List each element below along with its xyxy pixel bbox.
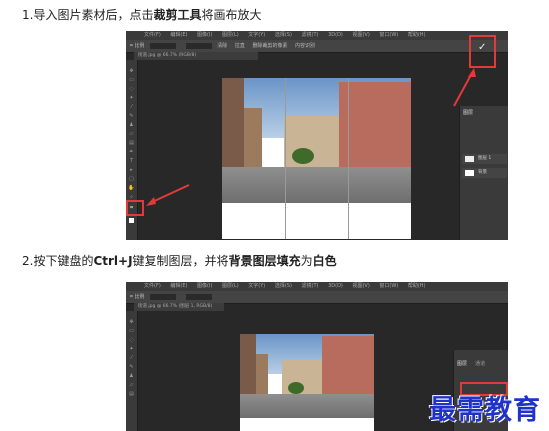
step-2-shortcut: Ctrl+J bbox=[93, 254, 133, 268]
step-1-crop-tool: 裁剪工具 bbox=[153, 8, 202, 22]
right-building bbox=[322, 336, 374, 400]
street-photo-copy bbox=[240, 334, 374, 418]
layers-tab[interactable]: 图层 bbox=[454, 357, 470, 370]
ratio-label[interactable]: 比例 bbox=[134, 294, 144, 300]
lasso-tool-icon[interactable]: ◌ bbox=[128, 337, 135, 343]
move-tool-icon[interactable]: ✥ bbox=[128, 319, 135, 325]
crop-tool-icon[interactable]: ⌗ bbox=[130, 294, 133, 300]
step-2-caption: 2.按下键盘的Ctrl+J键复制图层，并将背景图层填充为白色 bbox=[22, 252, 337, 269]
tools-panel: ✥ ▭ ◌ ✦ ⁄ ✎ ♟ ▱ ▤ bbox=[126, 311, 138, 431]
magic-wand-icon[interactable]: ✦ bbox=[128, 346, 135, 352]
width-field[interactable] bbox=[150, 293, 177, 300]
eraser-tool-icon[interactable]: ▱ bbox=[128, 382, 135, 388]
menu-item[interactable]: 编辑(E) bbox=[170, 283, 187, 289]
left-building-2 bbox=[256, 354, 268, 399]
channels-tab[interactable]: 通道 bbox=[475, 360, 485, 367]
photoshop-screenshot-1: 文件(F) 编辑(E) 图像(I) 图层(L) 文字(Y) 选择(S) 滤镜(T… bbox=[126, 31, 508, 240]
gradient-tool-icon[interactable]: ▤ bbox=[128, 391, 135, 397]
marquee-tool-icon[interactable]: ▭ bbox=[128, 328, 135, 334]
step-2-middle: 键复制图层，并将 bbox=[132, 254, 229, 268]
step-2-middle2: 为 bbox=[300, 254, 313, 268]
road bbox=[240, 394, 374, 418]
height-field[interactable] bbox=[185, 293, 212, 300]
arrowhead bbox=[468, 68, 476, 77]
menu-item[interactable]: 滤镜(T) bbox=[302, 283, 319, 289]
watermark: 最需教育 bbox=[429, 395, 541, 426]
annotation-arrows bbox=[146, 68, 476, 206]
step-2-prefix: 2.按下键盘的 bbox=[22, 254, 94, 268]
menu-item[interactable]: 帮助(H) bbox=[408, 283, 426, 289]
menu-item[interactable]: 图像(I) bbox=[197, 283, 212, 289]
tree bbox=[288, 382, 304, 394]
menu-item[interactable]: 图层(L) bbox=[222, 283, 239, 289]
brush-tool-icon[interactable]: ✎ bbox=[128, 364, 135, 370]
arrow-to-commit bbox=[453, 72, 473, 107]
step-2-white: 白色 bbox=[312, 254, 337, 268]
document-tab[interactable]: 街道.jpg @ 66.7% (图层 1, RGB/8) bbox=[134, 303, 224, 311]
menu-item[interactable]: 选择(S) bbox=[275, 283, 292, 289]
step-2-fill-layer: 背景图层填充 bbox=[228, 254, 301, 268]
menu-item[interactable]: 文件(F) bbox=[144, 283, 161, 289]
step-1-suffix: 将画布放大 bbox=[201, 8, 262, 22]
eyedropper-icon[interactable]: ⁄ bbox=[128, 355, 135, 361]
menu-item[interactable]: 文字(Y) bbox=[248, 283, 265, 289]
menu-item[interactable]: 窗口(W) bbox=[379, 283, 398, 289]
stamp-tool-icon[interactable]: ♟ bbox=[128, 373, 135, 379]
menu-item[interactable]: 3D(D) bbox=[328, 283, 343, 289]
arrow-to-crop-tool bbox=[149, 184, 190, 204]
step-1-prefix: 1.导入图片素材后，点击 bbox=[22, 8, 154, 22]
menu-bar: 文件(F) 编辑(E) 图像(I) 图层(L) 文字(Y) 选择(S) 滤镜(T… bbox=[126, 282, 508, 291]
menu-item[interactable]: 视图(V) bbox=[352, 283, 369, 289]
step-1-caption: 1.导入图片素材后，点击裁剪工具将画布放大 bbox=[22, 6, 261, 23]
arrowhead bbox=[146, 197, 156, 206]
